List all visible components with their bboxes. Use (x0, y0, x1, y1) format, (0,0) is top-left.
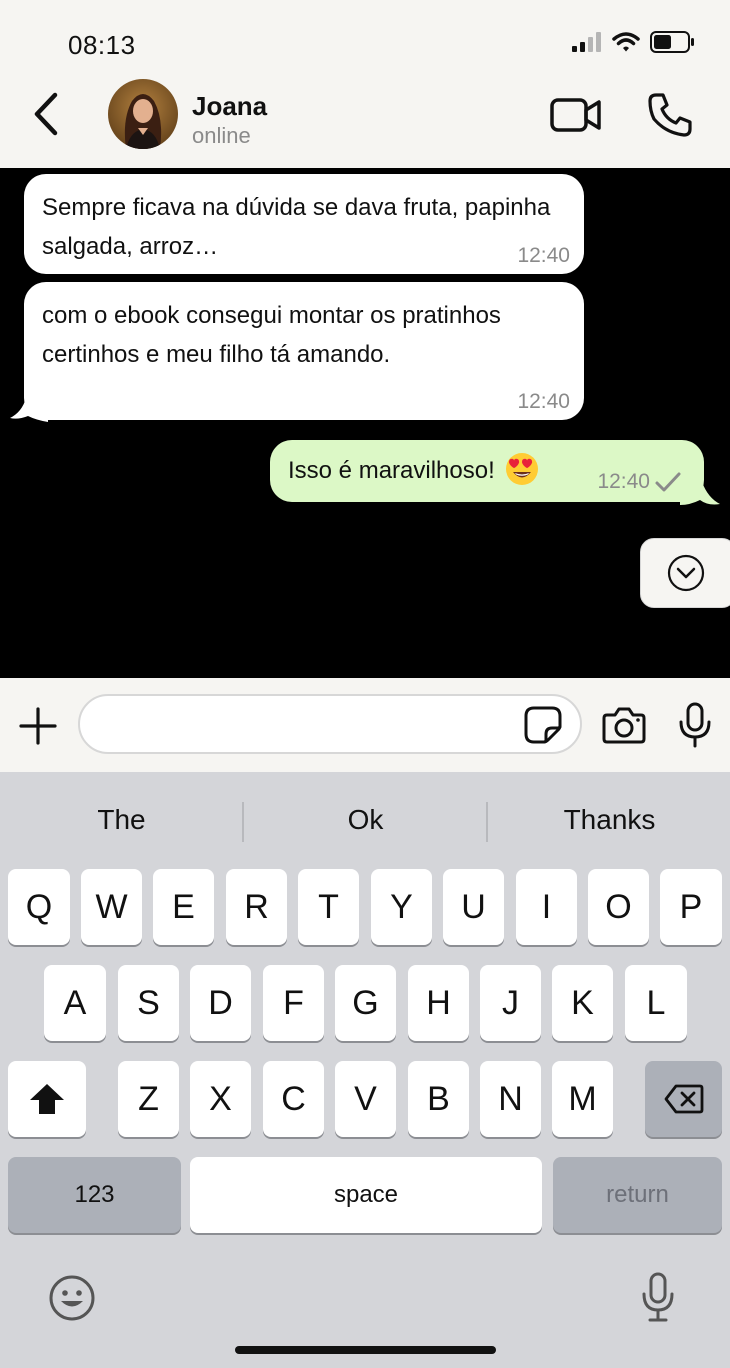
key-q[interactable]: Q (8, 869, 70, 945)
message-time: 12:40 (517, 390, 570, 413)
voice-call-button[interactable] (646, 91, 694, 139)
checkmark-icon (655, 472, 681, 492)
back-button[interactable] (26, 90, 66, 138)
space-key[interactable]: space (190, 1157, 542, 1233)
backspace-icon (664, 1084, 703, 1114)
message-bubble-incoming[interactable]: com o ebook consegui montar os pratinhos… (24, 282, 584, 420)
sticker-icon (524, 706, 562, 744)
shift-arrow-icon (30, 1084, 64, 1114)
message-meta: 12:40 (597, 470, 682, 494)
status-time: 08:13 (68, 30, 136, 60)
key-g[interactable]: G (335, 965, 396, 1041)
message-bubble-incoming[interactable]: Sempre ficava na dúvida se dava fruta, p… (24, 174, 584, 274)
dictation-button[interactable] (640, 1272, 676, 1324)
contact-avatar[interactable] (108, 79, 178, 149)
key-w[interactable]: W (81, 869, 142, 945)
message-time: 12:40 (597, 470, 650, 493)
chat-area[interactable]: Sempre ficava na dúvida se dava fruta, p… (0, 168, 730, 678)
on-screen-keyboard: The Ok Thanks Q W E R T Y U I O P A S D … (0, 772, 730, 1368)
key-t[interactable]: T (298, 869, 359, 945)
cellular-signal-icon (572, 32, 601, 52)
key-c[interactable]: C (263, 1061, 324, 1137)
message-text: Sempre ficava na dúvida se dava fruta, p… (42, 194, 551, 260)
numbers-key[interactable]: 123 (8, 1157, 181, 1233)
emoji-keyboard-button[interactable] (48, 1274, 96, 1322)
camera-button[interactable] (602, 706, 646, 744)
emoji-icon (49, 1275, 95, 1321)
key-n[interactable]: N (480, 1061, 541, 1137)
shift-key[interactable] (8, 1061, 86, 1137)
scroll-to-bottom-button[interactable] (640, 538, 730, 608)
return-key[interactable]: return (553, 1157, 722, 1233)
message-text: com o ebook consegui montar os pratinhos… (42, 302, 501, 368)
chat-header: 08:13 Joana online (0, 0, 730, 168)
voice-message-button[interactable] (678, 702, 712, 748)
key-k[interactable]: K (552, 965, 613, 1041)
key-l[interactable]: L (625, 965, 687, 1041)
key-m[interactable]: M (552, 1061, 613, 1137)
contact-name[interactable]: Joana (192, 91, 267, 122)
suggestion-ok[interactable]: Ok (244, 804, 487, 836)
key-p[interactable]: P (660, 869, 722, 945)
key-j[interactable]: J (480, 965, 541, 1041)
key-y[interactable]: Y (371, 869, 432, 945)
suggestion-bar: The Ok Thanks (0, 772, 730, 866)
contact-status: online (192, 123, 251, 148)
key-z[interactable]: Z (118, 1061, 179, 1137)
key-a[interactable]: A (44, 965, 106, 1041)
video-camera-icon (550, 98, 601, 132)
key-r[interactable]: R (226, 869, 287, 945)
key-o[interactable]: O (588, 869, 649, 945)
suggestion-thanks[interactable]: Thanks (488, 804, 730, 836)
attach-button[interactable] (18, 706, 58, 746)
avatar-photo (108, 79, 178, 149)
status-icons (572, 30, 696, 54)
video-call-button[interactable] (549, 93, 603, 137)
message-bubble-outgoing[interactable]: Isso é maravilhoso! 12:40 (270, 440, 704, 502)
battery-icon (650, 31, 694, 53)
key-v[interactable]: V (335, 1061, 396, 1137)
key-b[interactable]: B (408, 1061, 469, 1137)
home-indicator[interactable] (235, 1346, 496, 1354)
key-h[interactable]: H (408, 965, 469, 1041)
message-input[interactable] (78, 694, 582, 754)
microphone-icon (679, 702, 711, 748)
wifi-icon (612, 32, 640, 52)
sticker-button[interactable] (524, 706, 562, 744)
backspace-key[interactable] (645, 1061, 722, 1137)
camera-icon (602, 707, 646, 744)
microphone-icon (642, 1272, 674, 1322)
key-u[interactable]: U (443, 869, 504, 945)
key-x[interactable]: X (190, 1061, 251, 1137)
key-f[interactable]: F (263, 965, 324, 1041)
message-input-bar (0, 678, 730, 772)
key-e[interactable]: E (153, 869, 214, 945)
message-text: Isso é maravilhoso! (288, 457, 495, 484)
key-d[interactable]: D (190, 965, 251, 1041)
message-time: 12:40 (517, 244, 570, 267)
key-i[interactable]: I (516, 869, 577, 945)
suggestion-the[interactable]: The (0, 804, 243, 836)
phone-icon (648, 93, 692, 137)
plus-icon (19, 707, 57, 745)
heart-eyes-emoji-icon (506, 452, 539, 485)
chevron-left-icon (34, 92, 58, 136)
key-s[interactable]: S (118, 965, 179, 1041)
chevron-down-circle-icon (667, 554, 705, 592)
